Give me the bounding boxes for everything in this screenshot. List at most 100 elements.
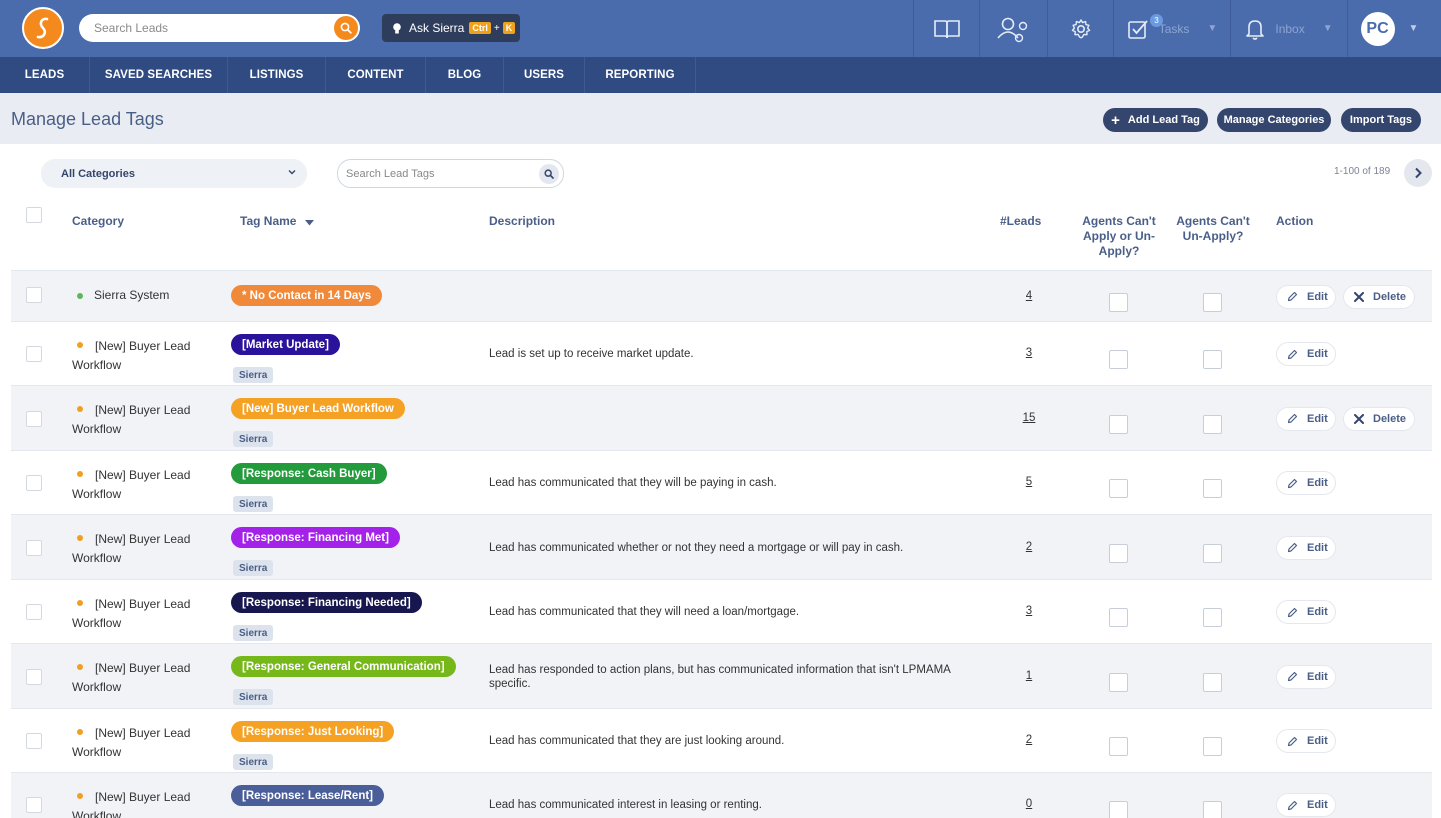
- lead-search-button[interactable]: [334, 16, 358, 40]
- edit-button[interactable]: Edit: [1276, 600, 1336, 624]
- agents-cant-unapply-checkbox[interactable]: [1203, 543, 1222, 563]
- edit-button[interactable]: Edit: [1276, 793, 1336, 817]
- delete-button[interactable]: Delete: [1343, 406, 1415, 431]
- table-row: [New] Buyer Lead Workflow [New] Buyer Lea…: [11, 385, 1432, 450]
- manage-categories-button[interactable]: Manage Categories: [1217, 108, 1331, 132]
- edit-button[interactable]: Edit: [1276, 664, 1336, 689]
- nav-leads[interactable]: LEADS: [0, 57, 90, 93]
- agents-cant-apply-checkbox[interactable]: [1109, 350, 1128, 369]
- agents-cant-unapply-checkbox[interactable]: [1203, 672, 1222, 692]
- resources-button[interactable]: [913, 0, 979, 57]
- category-name: Sierra System: [94, 288, 170, 302]
- agents-cant-unapply-checkbox[interactable]: [1203, 292, 1222, 312]
- table-row: [New] Buyer Lead Workflow [Response: Cash…: [11, 450, 1432, 514]
- row-checkbox[interactable]: [26, 668, 42, 685]
- row-checkbox[interactable]: [26, 410, 42, 427]
- tasks-menu[interactable]: Tasks ▼: [1113, 0, 1230, 57]
- agents-cant-unapply-checkbox[interactable]: [1203, 737, 1222, 756]
- row-checkbox[interactable]: [26, 797, 42, 813]
- tag-pill: * No Contact in 14 Days: [231, 285, 383, 306]
- category-select[interactable]: All Categories: [41, 159, 307, 188]
- tag-source-badge: Sierra: [233, 754, 274, 770]
- add-lead-tag-button[interactable]: + Add Lead Tag: [1103, 108, 1208, 132]
- edit-button[interactable]: Edit: [1276, 284, 1336, 309]
- agents-cant-apply-checkbox[interactable]: [1109, 672, 1128, 692]
- category-name: [New] Buyer Lead Workflow: [72, 403, 191, 436]
- header-tag-name[interactable]: Tag Name: [240, 214, 314, 229]
- edit-label: Edit: [1307, 348, 1328, 360]
- lead-count-link[interactable]: 15: [1019, 412, 1039, 424]
- agents-cant-apply-checkbox[interactable]: [1109, 292, 1128, 312]
- lead-search-field[interactable]: [79, 14, 360, 42]
- lead-search-input[interactable]: [94, 21, 324, 35]
- tag-source-badge: Sierra: [233, 689, 274, 705]
- row-checkbox[interactable]: [26, 539, 42, 556]
- lead-count-link[interactable]: 2: [1019, 734, 1039, 746]
- import-tags-button[interactable]: Import Tags: [1341, 108, 1421, 132]
- ask-sierra-button[interactable]: Ask Sierra Ctrl + K: [382, 14, 520, 42]
- agents-cant-unapply-checkbox[interactable]: [1203, 608, 1222, 627]
- lead-count-link[interactable]: 2: [1019, 541, 1039, 553]
- sierra-logo[interactable]: [22, 7, 64, 49]
- row-checkbox[interactable]: [26, 475, 42, 491]
- edit-button[interactable]: Edit: [1276, 471, 1336, 495]
- table-row: [New] Buyer Lead Workflow [Response: Fina…: [11, 514, 1432, 579]
- edit-label: Edit: [1307, 799, 1328, 811]
- nav-saved-searches[interactable]: SAVED SEARCHES: [90, 57, 228, 93]
- tag-search-field[interactable]: [337, 159, 564, 188]
- category-name: [New] Buyer Lead Workflow: [72, 726, 191, 759]
- select-all-checkbox[interactable]: [26, 207, 42, 223]
- table-row: [New] Buyer Lead Workflow [Market Update]…: [11, 321, 1432, 385]
- edit-button[interactable]: Edit: [1276, 729, 1336, 753]
- tag-source-badge: Sierra: [233, 625, 274, 641]
- page-header: Manage Lead Tags + Add Lead Tag Manage C…: [0, 93, 1441, 144]
- tag-pill: [Response: Just Looking]: [231, 721, 395, 742]
- chevron-down-icon: [287, 167, 297, 180]
- edit-button[interactable]: Edit: [1276, 406, 1336, 431]
- agents-cant-apply-checkbox[interactable]: [1109, 543, 1128, 563]
- edit-button[interactable]: Edit: [1276, 342, 1336, 366]
- header-category[interactable]: Category: [72, 214, 124, 228]
- lead-count-link[interactable]: 0: [1019, 798, 1039, 810]
- row-checkbox[interactable]: [26, 604, 42, 620]
- next-page-button[interactable]: [1404, 159, 1432, 187]
- inbox-menu[interactable]: Inbox ▼: [1230, 0, 1347, 57]
- lead-count-link[interactable]: 3: [1019, 347, 1039, 359]
- lead-count-link[interactable]: 1: [1019, 670, 1039, 682]
- tag-description: Lead has communicated interest in leasin…: [489, 799, 762, 811]
- nav-users[interactable]: USERS: [504, 57, 585, 93]
- nav-reporting[interactable]: REPORTING: [585, 57, 696, 93]
- pencil-icon: [1287, 607, 1298, 617]
- settings-button[interactable]: [1047, 0, 1113, 57]
- agents-cant-apply-checkbox[interactable]: [1109, 608, 1128, 627]
- tag-search-input[interactable]: [346, 167, 526, 180]
- agents-cant-apply-checkbox[interactable]: [1109, 737, 1128, 756]
- shortcut-ctrl: Ctrl: [469, 22, 491, 34]
- tag-description: Lead has responded to action plans, but …: [489, 663, 951, 690]
- agents-cant-apply-checkbox[interactable]: [1109, 801, 1128, 818]
- nav-listings[interactable]: LISTINGS: [228, 57, 326, 93]
- lead-count-link[interactable]: 5: [1019, 476, 1039, 488]
- row-checkbox[interactable]: [26, 733, 42, 749]
- nav-blog[interactable]: BLOG: [426, 57, 504, 93]
- delete-button[interactable]: Delete: [1343, 284, 1415, 309]
- tag-search-button[interactable]: [539, 164, 559, 184]
- row-checkbox[interactable]: [26, 346, 42, 362]
- category-select-value: All Categories: [61, 167, 135, 180]
- agents-cant-apply-checkbox[interactable]: [1109, 414, 1128, 434]
- agents-cant-apply-checkbox[interactable]: [1109, 479, 1128, 498]
- edit-button[interactable]: Edit: [1276, 535, 1336, 560]
- lead-count-link[interactable]: 3: [1019, 605, 1039, 617]
- edit-label: Edit: [1307, 412, 1328, 425]
- bell-icon: [1246, 19, 1265, 40]
- agents-cant-unapply-checkbox[interactable]: [1203, 350, 1222, 369]
- user-menu[interactable]: PC ▼: [1347, 0, 1441, 57]
- agents-cant-unapply-checkbox[interactable]: [1203, 479, 1222, 498]
- agents-cant-unapply-checkbox[interactable]: [1203, 801, 1222, 818]
- nav-content[interactable]: CONTENT: [326, 57, 426, 93]
- tag-description: Lead is set up to receive market update.: [489, 348, 694, 360]
- agents-cant-unapply-checkbox[interactable]: [1203, 414, 1222, 434]
- team-button[interactable]: [979, 0, 1047, 57]
- row-checkbox[interactable]: [26, 286, 42, 303]
- lead-count-link[interactable]: 4: [1019, 290, 1039, 302]
